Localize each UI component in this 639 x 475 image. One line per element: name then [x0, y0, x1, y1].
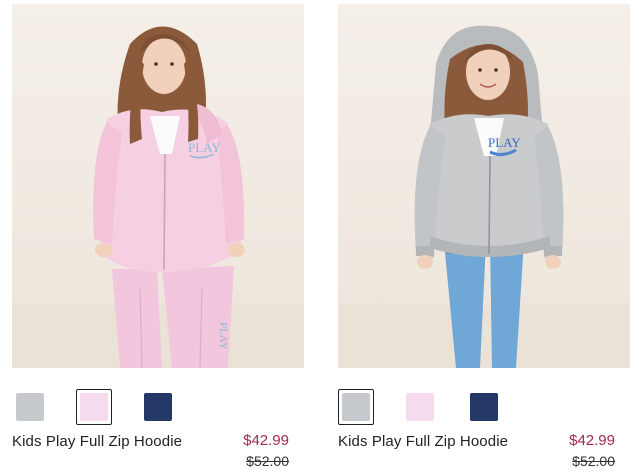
- swatch-navy[interactable]: [466, 389, 502, 425]
- swatch-chip: [144, 393, 172, 421]
- swatch-gray[interactable]: [12, 389, 48, 425]
- sale-price: $42.99: [569, 432, 615, 449]
- product-card-gray-hoodie[interactable]: PLAY Kids Play Full Zip Hoodie $42.99 $5…: [338, 0, 630, 475]
- original-price: $52.00: [572, 453, 615, 469]
- swatch-gray[interactable]: [338, 389, 374, 425]
- swatch-chip: [470, 393, 498, 421]
- swatch-navy[interactable]: [140, 389, 176, 425]
- hoodie-print-text: PLAY: [188, 140, 221, 155]
- product-title[interactable]: Kids Play Full Zip Hoodie: [338, 433, 508, 450]
- swatch-pink[interactable]: [76, 389, 112, 425]
- swatch-chip: [80, 393, 108, 421]
- swatch-chip: [406, 393, 434, 421]
- swatch-chip: [16, 393, 44, 421]
- svg-text:PLAY: PLAY: [217, 322, 229, 350]
- sale-price: $42.99: [243, 432, 289, 449]
- swatch-pink[interactable]: [402, 389, 438, 425]
- color-swatches: [12, 387, 304, 427]
- color-swatches: [338, 387, 630, 427]
- hoodie-print-text: PLAY: [488, 135, 521, 150]
- product-image[interactable]: PLAY: [338, 4, 630, 368]
- product-title[interactable]: Kids Play Full Zip Hoodie: [12, 433, 182, 450]
- product-image[interactable]: PLAY PLAY: [12, 4, 304, 368]
- swatch-chip: [342, 393, 370, 421]
- product-card-pink-hoodie[interactable]: PLAY PLAY Kids Play Full Zip Hoodie $42.…: [12, 0, 304, 475]
- original-price: $52.00: [246, 453, 289, 469]
